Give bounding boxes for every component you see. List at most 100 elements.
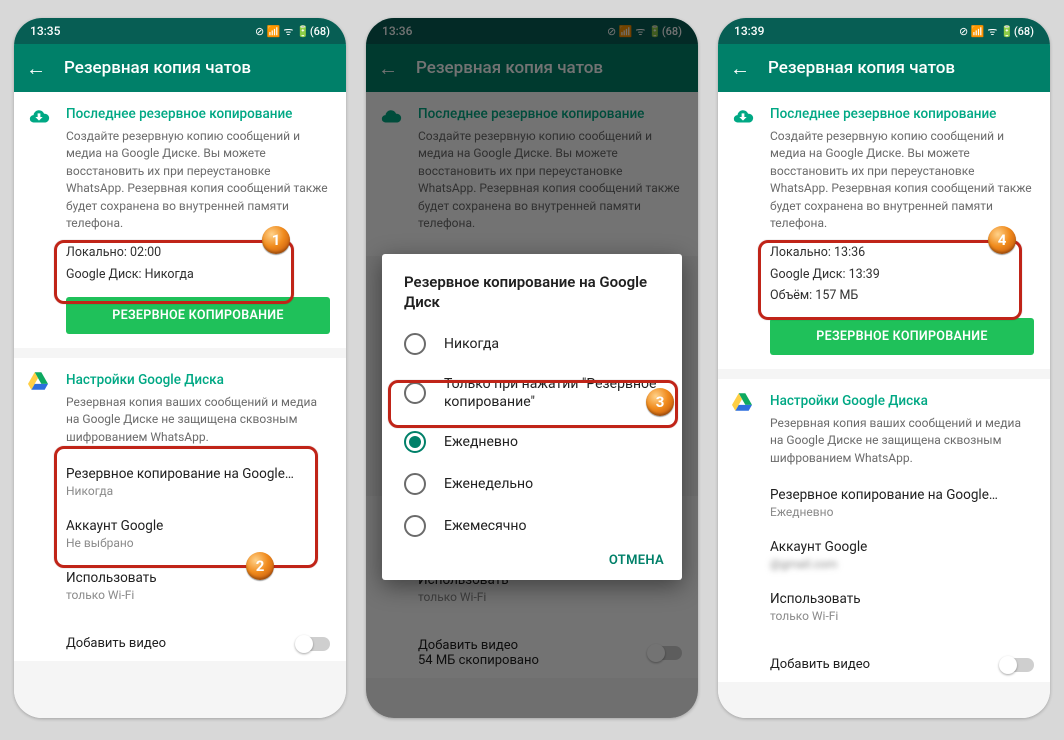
video-setting[interactable]: Добавить видео bbox=[718, 647, 1050, 682]
app-bar: ← Резервная копия чатов bbox=[366, 44, 698, 92]
video-setting-dim: Добавить видео 54 МБ скопировано bbox=[366, 628, 698, 678]
status-icons: ⊘ 📶 ᯤ 🔋(68) bbox=[607, 24, 682, 39]
video-label: Добавить видео bbox=[770, 657, 870, 672]
account-setting[interactable]: Аккаунт Google @gmail.com bbox=[770, 529, 1034, 581]
backup-section-desc: Создайте резервную копию сообщений и мед… bbox=[66, 128, 330, 232]
radio-option-2[interactable]: Ежедневно bbox=[390, 421, 674, 463]
radio-label: Только при нажатии "Резервное копировани… bbox=[444, 375, 660, 411]
page-title: Резервная копия чатов bbox=[416, 58, 603, 78]
badge-3: 3 bbox=[646, 388, 674, 416]
network-setting[interactable]: Использовать только Wi-Fi bbox=[66, 560, 330, 612]
back-icon[interactable]: ← bbox=[26, 56, 46, 81]
network-value: только Wi-Fi bbox=[770, 609, 1034, 623]
backup-section-desc: Создайте резервную копию сообщений и мед… bbox=[418, 128, 682, 232]
radio-icon-selected bbox=[404, 431, 426, 453]
cancel-button[interactable]: ОТМЕНА bbox=[609, 553, 664, 568]
drive-section-desc: Резервная копия ваших сообщений и медиа … bbox=[66, 394, 330, 446]
account-setting[interactable]: Аккаунт Google Не выбрано bbox=[66, 508, 330, 560]
backup-section-title: Последнее резервное копирование bbox=[770, 106, 1034, 122]
drive-settings-section: Настройки Google Диска Резервная копия в… bbox=[14, 358, 346, 626]
radio-icon bbox=[404, 382, 426, 404]
google-drive-icon bbox=[28, 372, 48, 390]
radio-label: Еженедельно bbox=[444, 476, 533, 492]
status-bar: 13:35 ⊘ 📶 ᯤ 🔋(68) bbox=[14, 18, 346, 44]
frequency-label: Резервное копирование на Google… bbox=[66, 466, 330, 482]
account-value: @gmail.com bbox=[770, 557, 1034, 571]
backup-button[interactable]: РЕЗЕРВНОЕ КОПИРОВАНИЕ bbox=[770, 318, 1034, 355]
badge-1: 1 bbox=[262, 226, 290, 254]
network-label: Использовать bbox=[770, 591, 1034, 607]
radio-option-1[interactable]: Только при нажатии "Резервное копировани… bbox=[390, 365, 674, 421]
page-title: Резервная копия чатов bbox=[768, 58, 955, 78]
badge-2: 2 bbox=[246, 552, 274, 580]
app-bar: ← Резервная копия чатов bbox=[718, 44, 1050, 92]
frequency-dialog: Резервное копирование на Google Диск Ник… bbox=[382, 254, 682, 580]
phone-screen-2: 13:36 ⊘ 📶 ᯤ 🔋(68) ← Резервная копия чато… bbox=[366, 18, 698, 718]
drive-section-title: Настройки Google Диска bbox=[66, 372, 330, 388]
account-value: Не выбрано bbox=[66, 536, 330, 550]
radio-label: Ежедневно bbox=[444, 434, 518, 450]
backup-button[interactable]: РЕЗЕРВНОЕ КОПИРОВАНИЕ bbox=[66, 297, 330, 334]
app-bar: ← Резервная копия чатов bbox=[14, 44, 346, 92]
phone-screen-3: 13:39 ⊘ 📶 ᯤ 🔋(68) ← Резервная копия чато… bbox=[718, 18, 1050, 718]
backup-info: Локально: 02:00 Google Диск: Никогда bbox=[66, 242, 330, 285]
radio-label: Никогда bbox=[444, 336, 499, 352]
radio-icon bbox=[404, 473, 426, 495]
frequency-setting[interactable]: Резервное копирование на Google… Никогда bbox=[66, 456, 330, 508]
network-setting[interactable]: Использовать только Wi-Fi bbox=[770, 581, 1034, 633]
clock: 13:36 bbox=[382, 24, 412, 38]
status-icons: ⊘ 📶 ᯤ 🔋(68) bbox=[255, 24, 330, 39]
frequency-value: Никогда bbox=[66, 484, 330, 498]
backup-section: Последнее резервное копирование Создайте… bbox=[366, 92, 698, 256]
video-label: Добавить видео bbox=[418, 638, 539, 653]
account-label: Аккаунт Google bbox=[66, 518, 330, 534]
radio-option-3[interactable]: Еженедельно bbox=[390, 463, 674, 505]
content-area: Последнее резервное копирование Создайте… bbox=[718, 92, 1050, 718]
account-label: Аккаунт Google bbox=[770, 539, 1034, 555]
radio-option-0[interactable]: Никогда bbox=[390, 323, 674, 365]
phone-screen-1: 13:35 ⊘ 📶 ᯤ 🔋(68) ← Резервная копия чато… bbox=[14, 18, 346, 718]
cloud-upload-icon bbox=[380, 106, 402, 128]
network-value: только Wi-Fi bbox=[418, 590, 682, 604]
status-bar: 13:36 ⊘ 📶 ᯤ 🔋(68) bbox=[366, 18, 698, 44]
video-toggle[interactable] bbox=[296, 637, 330, 651]
status-icons: ⊘ 📶 ᯤ 🔋(68) bbox=[959, 24, 1034, 39]
gdrive-backup-time: Google Диск: 13:39 bbox=[770, 264, 1034, 285]
video-toggle[interactable] bbox=[1000, 658, 1034, 672]
backup-section: Последнее резервное копирование Создайте… bbox=[14, 92, 346, 348]
back-icon[interactable]: ← bbox=[378, 56, 398, 81]
backup-section-title: Последнее резервное копирование bbox=[66, 106, 330, 122]
video-label: Добавить видео bbox=[66, 636, 166, 651]
backup-size: Объём: 157 МБ bbox=[770, 285, 1034, 306]
frequency-setting[interactable]: Резервное копирование на Google… Ежеднев… bbox=[770, 477, 1034, 529]
cloud-upload-icon bbox=[28, 106, 50, 128]
radio-icon bbox=[404, 333, 426, 355]
drive-section-title: Настройки Google Диска bbox=[770, 393, 1034, 409]
page-title: Резервная копия чатов bbox=[64, 58, 251, 78]
cloud-upload-icon bbox=[732, 106, 754, 128]
local-backup-time: Локально: 02:00 bbox=[66, 242, 330, 263]
frequency-label: Резервное копирование на Google… bbox=[770, 487, 1034, 503]
video-toggle bbox=[648, 646, 682, 660]
dialog-title: Резервное копирование на Google Диск bbox=[390, 272, 674, 323]
network-value: только Wi-Fi bbox=[66, 588, 330, 602]
frequency-value: Ежедневно bbox=[770, 505, 1034, 519]
video-setting[interactable]: Добавить видео bbox=[14, 626, 346, 661]
network-label: Использовать bbox=[66, 570, 330, 586]
content-area: Последнее резервное копирование Создайте… bbox=[14, 92, 346, 718]
backup-section-desc: Создайте резервную копию сообщений и мед… bbox=[770, 128, 1034, 232]
status-bar: 13:39 ⊘ 📶 ᯤ 🔋(68) bbox=[718, 18, 1050, 44]
drive-section-desc: Резервная копия ваших сообщений и медиа … bbox=[770, 415, 1034, 467]
back-icon[interactable]: ← bbox=[730, 56, 750, 81]
radio-icon bbox=[404, 515, 426, 537]
clock: 13:39 bbox=[734, 24, 764, 38]
google-drive-icon bbox=[732, 393, 752, 411]
radio-option-4[interactable]: Ежемесячно bbox=[390, 505, 674, 547]
clock: 13:35 bbox=[30, 24, 60, 38]
gdrive-backup-time: Google Диск: Никогда bbox=[66, 264, 330, 285]
radio-label: Ежемесячно bbox=[444, 518, 526, 534]
video-sub: 54 МБ скопировано bbox=[418, 653, 539, 668]
badge-4: 4 bbox=[988, 226, 1016, 254]
backup-section-title: Последнее резервное копирование bbox=[418, 106, 682, 122]
drive-settings-section: Настройки Google Диска Резервная копия в… bbox=[718, 379, 1050, 647]
